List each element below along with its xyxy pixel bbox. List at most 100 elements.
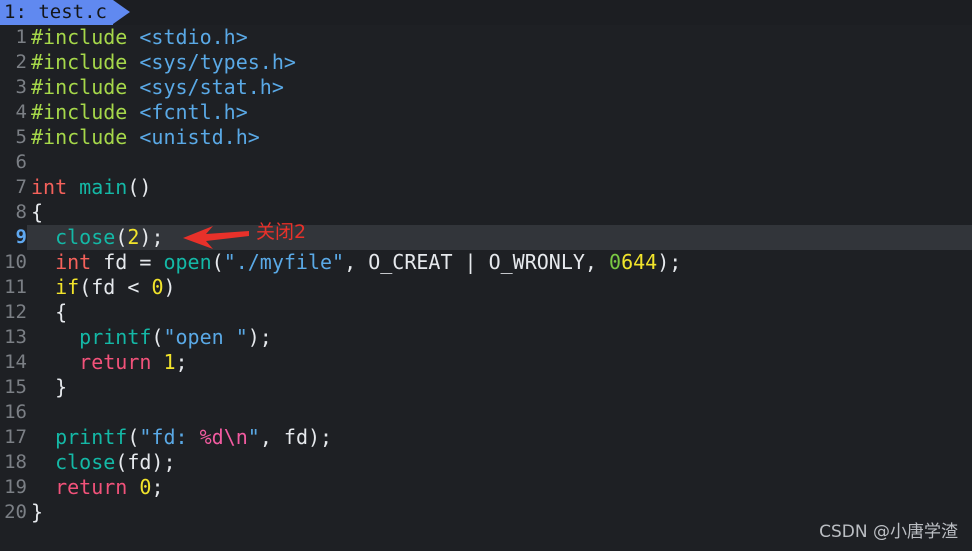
watermark: CSDN @小唐学渣: [819, 522, 958, 542]
code-token: printf: [55, 425, 128, 449]
line-number: 2: [0, 50, 27, 75]
line-number: 18: [0, 450, 27, 475]
code-line[interactable]: 16: [0, 400, 972, 425]
code-text: #include <fcntl.h>: [31, 100, 248, 125]
code-token: <stdio.h>: [139, 25, 248, 49]
code-line[interactable]: 9 close(2);: [0, 225, 972, 250]
code-text: int main(): [31, 175, 151, 200]
tab-test-c[interactable]: 1: test.c: [0, 0, 130, 25]
tab-chevron-icon: [112, 0, 130, 24]
code-text: {: [31, 300, 67, 325]
code-line[interactable]: 12 {: [0, 300, 972, 325]
code-line[interactable]: 2 #include <sys/types.h>: [0, 50, 972, 75]
code-line[interactable]: 8{: [0, 200, 972, 225]
code-line[interactable]: 7 int main(): [0, 175, 972, 200]
line-number: 11: [0, 275, 27, 300]
code-token: ": [247, 425, 260, 449]
code-token: fd =: [91, 250, 164, 274]
code-token: #include: [31, 75, 140, 99]
line-number: 5: [0, 125, 27, 150]
code-line[interactable]: 5 #include <unistd.h>: [0, 125, 972, 150]
line-number: 10: [0, 250, 27, 275]
code-line[interactable]: 6: [0, 150, 972, 175]
line-number: 3: [0, 75, 27, 100]
code-text: #include <sys/types.h>: [31, 50, 296, 75]
code-text: close(2);: [31, 225, 163, 250]
code-token: (): [127, 175, 152, 199]
line-number: 7: [0, 175, 27, 200]
line-number: 14: [0, 350, 27, 375]
code-line[interactable]: 13 printf("open ");: [0, 325, 972, 350]
annotation-label: 关闭2: [256, 221, 307, 243]
code-line[interactable]: 17 printf("fd: %d\n", fd);: [0, 425, 972, 450]
line-number: 19: [0, 475, 27, 500]
code-token: , fd);: [259, 425, 333, 449]
code-line[interactable]: 18 close(fd);: [0, 450, 972, 475]
code-token: %d\n: [199, 425, 248, 449]
code-token: {: [31, 200, 44, 224]
code-token: (: [127, 425, 140, 449]
code-text: return 1;: [31, 350, 187, 375]
line-number: 17: [0, 425, 27, 450]
code-token: close: [55, 450, 116, 474]
code-line[interactable]: 15 }: [0, 375, 972, 400]
code-token: #include: [31, 50, 140, 74]
line-number: 6: [0, 150, 27, 175]
code-token: open: [163, 250, 212, 274]
code-line[interactable]: 4 #include <fcntl.h>: [0, 100, 972, 125]
code-token: <fcntl.h>: [139, 100, 248, 124]
line-number: 20: [0, 500, 27, 525]
code-token: 0: [609, 250, 622, 274]
code-text: #include <stdio.h>: [31, 25, 248, 50]
code-token: {: [31, 300, 68, 324]
code-token: <sys/stat.h>: [139, 75, 284, 99]
code-line[interactable]: 1 #include <stdio.h>: [0, 25, 972, 50]
code-text: close(fd);: [31, 450, 176, 475]
code-token: <unistd.h>: [139, 125, 260, 149]
code-line[interactable]: 11 if(fd < 0): [0, 275, 972, 300]
code-token: #include: [31, 125, 140, 149]
code-area[interactable]: 1 #include <stdio.h> 2 #include <sys/types.…: [0, 25, 972, 551]
code-token: return: [79, 350, 152, 374]
code-token: return: [55, 475, 128, 499]
code-token: "./myfile": [223, 250, 345, 274]
code-token: if: [55, 275, 80, 299]
code-text: {: [31, 200, 43, 225]
code-text: int fd = open("./myfile", O_CREAT | O_WR…: [31, 250, 681, 275]
code-token: 0: [139, 475, 152, 499]
code-text: printf("fd: %d\n", fd);: [31, 425, 332, 450]
code-token: close: [55, 225, 116, 249]
code-token: 2: [127, 225, 140, 249]
code-line[interactable]: 14 return 1;: [0, 350, 972, 375]
code-token: ;: [151, 475, 164, 499]
tab-bar: 1: test.c: [0, 0, 972, 25]
code-token: (: [115, 225, 128, 249]
code-line[interactable]: 10 int fd = open("./myfile", O_CREAT | O…: [0, 250, 972, 275]
line-number: 12: [0, 300, 27, 325]
code-line[interactable]: 3 #include <sys/stat.h>: [0, 75, 972, 100]
code-token: }: [31, 500, 44, 524]
code-token: (fd);: [115, 450, 176, 474]
code-token: }: [31, 375, 68, 399]
code-token: );: [247, 325, 272, 349]
code-token: "open ": [163, 325, 248, 349]
line-number: 8: [0, 200, 27, 225]
code-token: (: [151, 325, 164, 349]
code-token: (: [211, 250, 224, 274]
code-token: (fd <: [79, 275, 152, 299]
line-number: 15: [0, 375, 27, 400]
code-token: 0: [151, 275, 164, 299]
code-text: #include <sys/stat.h>: [31, 75, 284, 100]
line-number: 16: [0, 400, 27, 425]
code-line[interactable]: 19 return 0;: [0, 475, 972, 500]
code-token: "fd:: [139, 425, 200, 449]
code-token: <sys/types.h>: [139, 50, 296, 74]
